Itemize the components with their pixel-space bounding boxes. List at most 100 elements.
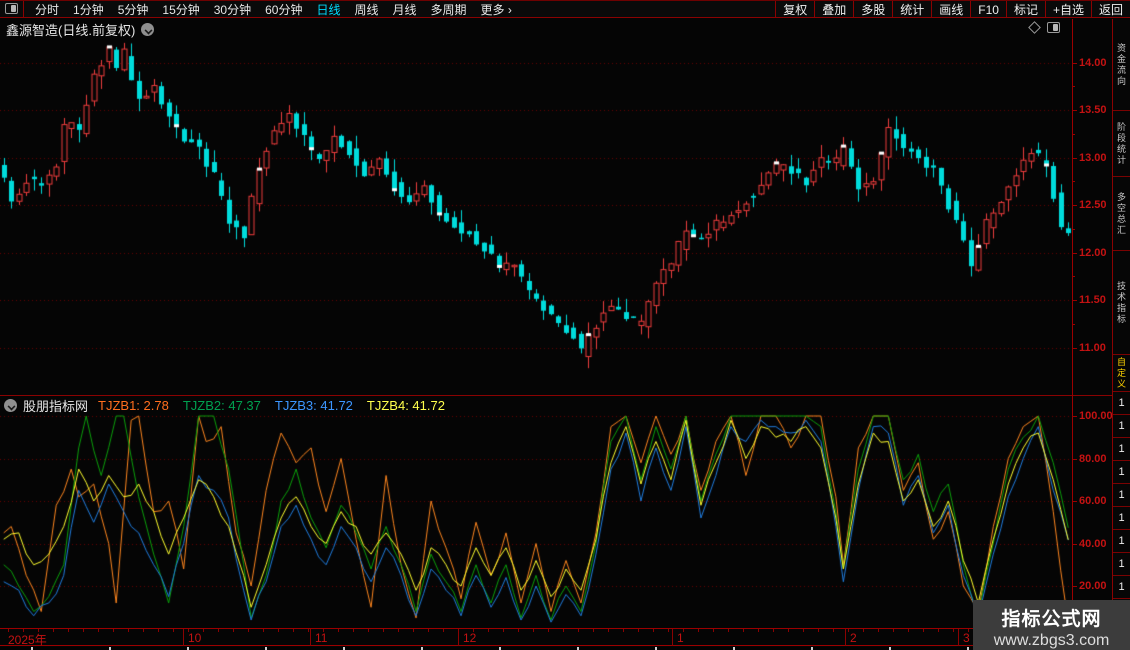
time-tick xyxy=(743,629,744,632)
period-tab-更多[interactable]: 更多 › xyxy=(474,1,519,18)
sidebar-tab-技术指标[interactable]: 技术指标 xyxy=(1113,251,1130,355)
axis-tick xyxy=(1072,544,1077,545)
time-tick xyxy=(968,629,969,632)
toolbar-button-叠加[interactable]: 叠加 xyxy=(814,1,853,17)
panel-toggle-icon[interactable] xyxy=(1047,22,1060,33)
sidebar-number-6[interactable]: 1 xyxy=(1113,507,1130,530)
sidebar-tab-自定义[interactable]: 自定义 xyxy=(1113,355,1130,392)
time-tick xyxy=(953,629,954,632)
sidebar-tab-资金流向[interactable]: 资金流向 xyxy=(1113,19,1130,111)
axis-tick xyxy=(1072,324,1075,325)
sidebar-number-4[interactable]: 1 xyxy=(1113,461,1130,484)
sidebar-number-9[interactable]: 1 xyxy=(1113,576,1130,599)
period-tab-1分钟[interactable]: 1分钟 xyxy=(66,1,111,18)
time-axis[interactable]: 2025年 10 11 12 1 2 3 xyxy=(0,628,1112,647)
time-tick xyxy=(203,629,204,632)
month-boundary-line xyxy=(958,629,959,646)
toolbar-button-多股[interactable]: 多股 xyxy=(853,1,892,17)
month-label-11: 11 xyxy=(315,631,328,645)
axis-tick xyxy=(1072,276,1075,277)
time-tick xyxy=(863,629,864,632)
toolbar-button-复权[interactable]: 复权 xyxy=(775,1,814,17)
title-dropdown-icon[interactable] xyxy=(141,23,155,36)
period-tab-月线[interactable]: 月线 xyxy=(386,1,424,18)
time-tick xyxy=(533,629,534,632)
axis-tick xyxy=(1072,586,1077,587)
time-tick xyxy=(848,629,849,632)
time-tick xyxy=(233,629,234,632)
time-tick xyxy=(653,629,654,632)
time-tick xyxy=(293,629,294,632)
time-tick xyxy=(623,629,624,632)
axis-tick xyxy=(1072,459,1077,460)
time-tick xyxy=(128,629,129,632)
period-tab-日线[interactable]: 日线 xyxy=(309,1,347,18)
period-tab-周线[interactable]: 周线 xyxy=(347,1,385,18)
time-tick xyxy=(443,629,444,632)
indicator-header: 股朋指标网 TJZB1: 2.78 TJZB2: 47.37 TJZB3: 41.7… xyxy=(0,397,459,414)
toolbar-button-统计[interactable]: 统计 xyxy=(892,1,931,17)
axis-tick xyxy=(1072,253,1077,254)
toolbar-button-画线[interactable]: 画线 xyxy=(931,1,970,17)
price-axis-line xyxy=(1072,19,1073,646)
time-tick xyxy=(938,629,939,632)
time-tick xyxy=(713,629,714,632)
title-right-icons xyxy=(1028,21,1060,34)
time-tick xyxy=(353,629,354,632)
period-tab-30分钟[interactable]: 30分钟 xyxy=(207,1,258,18)
toolbar-button-+自选[interactable]: +自选 xyxy=(1044,1,1091,17)
indicator-chart[interactable] xyxy=(0,414,1072,628)
time-tick xyxy=(608,629,609,632)
month-boundary-line xyxy=(845,629,846,646)
indicator-dropdown-icon[interactable] xyxy=(4,399,17,412)
panel-divider[interactable] xyxy=(0,395,1112,396)
month-label-2: 2 xyxy=(850,631,857,645)
month-boundary-line xyxy=(672,629,673,646)
time-tick xyxy=(458,629,459,632)
sidebar-number-3[interactable]: 1 xyxy=(1113,438,1130,461)
time-tick xyxy=(683,629,684,632)
sidebar-number-5[interactable]: 1 xyxy=(1113,484,1130,507)
time-tick xyxy=(758,629,759,632)
axis-tick xyxy=(1072,181,1075,182)
time-tick xyxy=(893,629,894,632)
time-tick xyxy=(143,629,144,632)
period-tab-15分钟[interactable]: 15分钟 xyxy=(155,1,206,18)
indicator-value-TJZB2: TJZB2: 47.37 xyxy=(182,398,261,413)
month-boundary-line xyxy=(183,629,184,646)
sidebar-number-2[interactable]: 1 xyxy=(1113,415,1130,438)
time-tick xyxy=(8,629,9,632)
time-tick xyxy=(158,629,159,632)
time-tick xyxy=(23,629,24,632)
period-tab-多周期[interactable]: 多周期 xyxy=(424,1,474,18)
sidebar-tab-多空总汇[interactable]: 多空总汇 xyxy=(1113,177,1130,251)
sidebar-number-7[interactable]: 1 xyxy=(1113,530,1130,553)
stock-title: 鑫源智造(日线.前复权) xyxy=(6,23,136,38)
sidebar-number-1[interactable]: 1 xyxy=(1113,392,1130,415)
sidebar-number-8[interactable]: 1 xyxy=(1113,553,1130,576)
year-label: 2025年 xyxy=(8,633,47,647)
time-tick xyxy=(698,629,699,632)
time-tick xyxy=(428,629,429,632)
time-tick xyxy=(488,629,489,632)
time-tick xyxy=(638,629,639,632)
month-label-3: 3 xyxy=(963,631,970,645)
toolbar-button-标记[interactable]: 标记 xyxy=(1005,1,1045,17)
time-tick xyxy=(473,629,474,632)
candlestick-chart[interactable] xyxy=(0,40,1072,396)
sidebar-tab-阶段统计[interactable]: 阶段统计 xyxy=(1113,111,1130,177)
toolbar-button-F10[interactable]: F10 xyxy=(970,1,1006,17)
period-tab-5分钟[interactable]: 5分钟 xyxy=(111,1,156,18)
time-tick xyxy=(368,629,369,632)
time-tick xyxy=(173,629,174,632)
axis-tick xyxy=(1072,501,1077,502)
period-tab-60分钟[interactable]: 60分钟 xyxy=(258,1,309,18)
axis-tick xyxy=(1072,300,1077,301)
layout-panel-icon[interactable] xyxy=(5,3,18,14)
time-tick xyxy=(278,629,279,632)
watermark: 指标公式网 www.zbgs3.com xyxy=(973,600,1130,650)
diamond-marker-icon[interactable] xyxy=(1028,21,1041,34)
period-tab-分时[interactable]: 分时 xyxy=(28,1,66,18)
time-tick xyxy=(728,629,729,632)
toolbar-button-返回[interactable]: 返回 xyxy=(1090,1,1130,17)
